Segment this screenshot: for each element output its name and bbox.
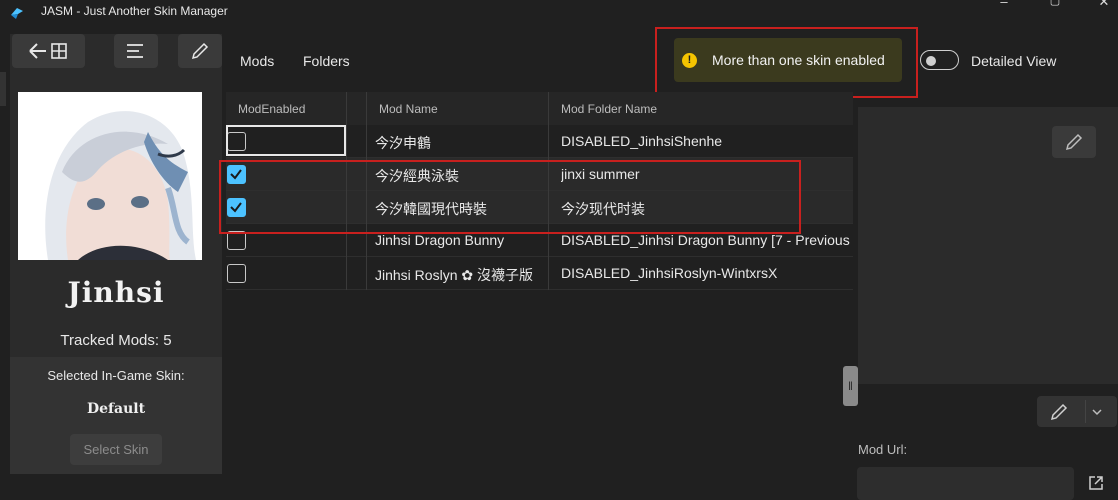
- app-logo-icon: [11, 8, 23, 19]
- split-divider: [1085, 400, 1086, 423]
- pencil-icon: [1065, 133, 1083, 151]
- detailed-view-label: Detailed View: [971, 53, 1057, 69]
- table-header: [226, 92, 853, 125]
- mod-folder-cell: DISABLED_JinhsiShenhe: [561, 133, 723, 149]
- toast-highlight-box: [655, 27, 918, 98]
- menu-button[interactable]: [114, 34, 158, 68]
- mod-name-cell: Jinhsi Roslyn ✿ 沒襪子版: [375, 267, 533, 283]
- character-portrait: [18, 92, 202, 260]
- selected-skin-value: Default: [86, 401, 146, 417]
- collapsed-pane-strip[interactable]: [0, 72, 6, 106]
- tracked-mods-count: Tracked Mods: 5: [60, 332, 172, 349]
- tab-folders[interactable]: Folders: [303, 53, 350, 69]
- pane-splitter-handle[interactable]: ‖: [843, 366, 858, 406]
- pencil-icon: [1050, 403, 1068, 421]
- window-title: JASM - Just Another Skin Manager: [41, 4, 228, 18]
- mod-folder-cell: DISABLED_Jinhsi Dragon Bunny [7 - Previo…: [561, 232, 850, 248]
- character-name: Jinhsi: [67, 276, 165, 309]
- column-header-folder-name[interactable]: Mod Folder Name: [561, 102, 657, 116]
- minimize-icon[interactable]: –: [996, 0, 1012, 9]
- tab-mods[interactable]: Mods: [240, 53, 274, 69]
- maximize-icon[interactable]: ▢: [1047, 0, 1063, 8]
- column-header-enabled[interactable]: ModEnabled: [238, 102, 305, 116]
- mod-url-label: Mod Url:: [858, 442, 908, 457]
- mod-name-cell: 今汐申鶴: [375, 135, 431, 151]
- edit-character-button[interactable]: [178, 34, 222, 68]
- select-skin-button[interactable]: Select Skin: [70, 434, 162, 465]
- back-grid-icon: [28, 43, 67, 59]
- selected-skin-label: Selected In-Game Skin:: [47, 368, 185, 383]
- mod-name-cell: Jinhsi Dragon Bunny: [375, 232, 505, 248]
- focused-cell: [226, 125, 346, 156]
- open-external-icon[interactable]: [1087, 474, 1105, 492]
- toggle-knob: [926, 56, 936, 66]
- rows-highlight-box: [219, 160, 801, 234]
- menu-icon: [127, 44, 143, 58]
- edit-split-button[interactable]: [1037, 396, 1117, 427]
- mod-url-input[interactable]: [857, 467, 1074, 500]
- back-to-grid-button[interactable]: [12, 34, 85, 68]
- edit-preview-button[interactable]: [1052, 126, 1096, 158]
- close-icon[interactable]: ✕: [1096, 0, 1112, 9]
- column-header-mod-name[interactable]: Mod Name: [379, 102, 438, 116]
- mod-enabled-checkbox[interactable]: [227, 264, 246, 283]
- chevron-down-icon[interactable]: [1091, 406, 1103, 418]
- pencil-icon: [191, 42, 209, 60]
- mod-folder-cell: DISABLED_JinhsiRoslyn-WintxrsX: [561, 265, 778, 281]
